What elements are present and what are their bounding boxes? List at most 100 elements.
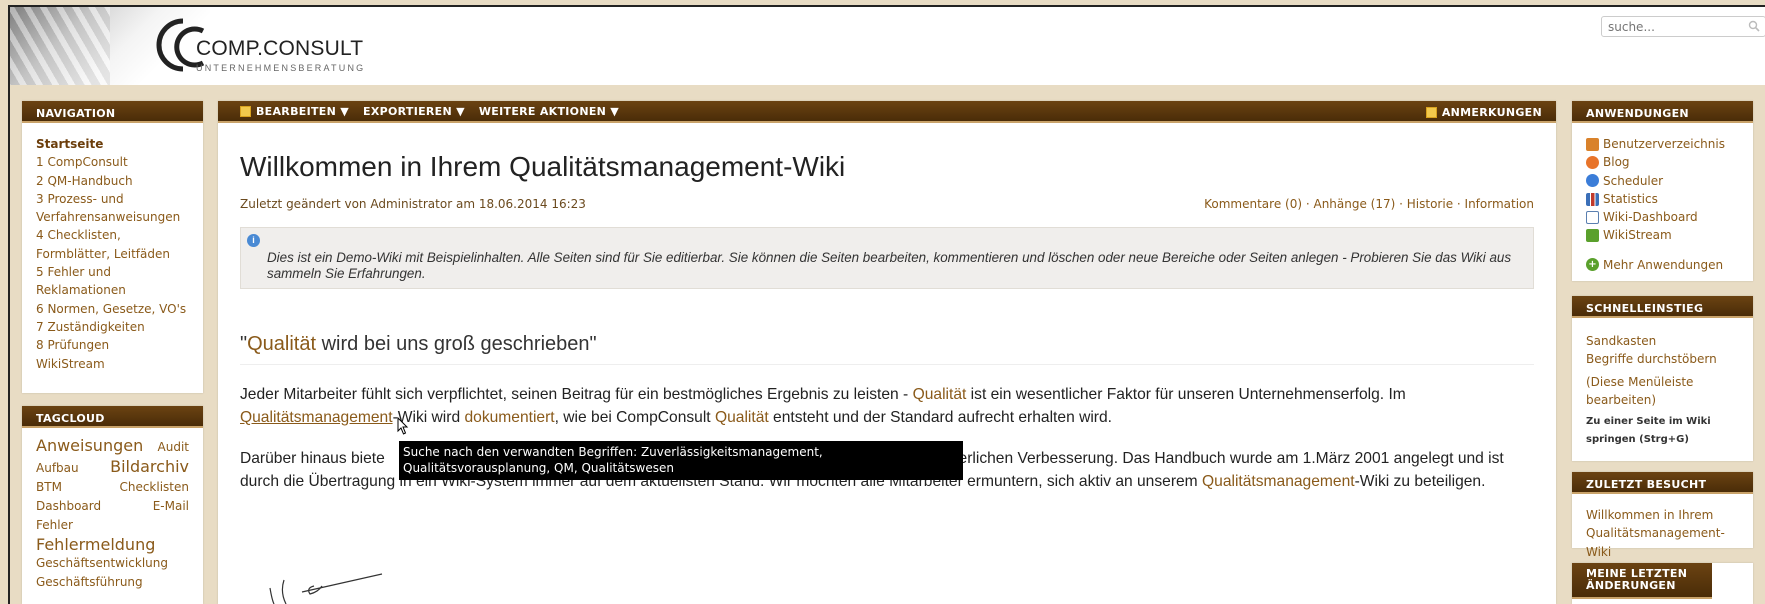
app-label: Scheduler — [1603, 173, 1664, 188]
puzzle-icon — [1586, 229, 1599, 243]
main-content-panel: BEARBEITEN ▼ EXPORTIEREN ▼ WEITERE AKTIO… — [218, 101, 1556, 604]
qualitaetsmanagement-link[interactable]: Qualitätsmanagement — [240, 409, 393, 426]
tagcloud-panel: TAGCLOUD Anweisungen Audit Aufbau Bildarch… — [22, 406, 203, 604]
app-label: WikiStream — [1603, 228, 1672, 243]
app-wikistream[interactable]: WikiStream — [1586, 226, 1739, 244]
separator: · — [1453, 197, 1465, 211]
search-input[interactable] — [1602, 17, 1742, 36]
app-label: Blog — [1603, 155, 1630, 170]
applications-panel: ANWENDUNGEN Benutzerverzeichnis Blog Sch… — [1572, 101, 1753, 281]
blog-icon — [1586, 155, 1599, 169]
nav-item-normen[interactable]: 6 Normen, Gesetze, VO's — [36, 300, 189, 318]
info-box: i Dies ist ein Demo-Wiki mit Beispielinh… — [240, 227, 1534, 289]
quickstart-list: Sandkasten Begriffe durchstöbern (Diese … — [1572, 318, 1753, 457]
tagcloud-title: TAGCLOUD — [22, 406, 203, 428]
tag-link[interactable]: Anweisungen — [36, 436, 143, 455]
logo-subtitle: UNTERNEHMENSBERATUNG — [196, 63, 366, 73]
qualitaet-link[interactable]: Qualität — [247, 333, 316, 355]
attachments-link[interactable]: Anhänge (17) — [1313, 197, 1395, 211]
text: -Wiki zu beteiligen. — [1354, 473, 1486, 490]
signature-image — [269, 573, 383, 604]
tagcloud-list: Anweisungen Audit Aufbau Bildarchiv BTM Che… — [22, 428, 203, 600]
info-text: Dies ist ein Demo-Wiki mit Beispielinhal… — [267, 250, 1512, 281]
tag-link[interactable]: Fehlermeldung — [36, 535, 155, 554]
page-meta: Zuletzt geändert von Administrator am 18… — [240, 197, 1534, 211]
app-wiki-dashboard[interactable]: Wiki-Dashboard — [1586, 208, 1739, 226]
edit-menu[interactable]: BEARBEITEN ▼ — [240, 105, 349, 118]
app-statistics[interactable]: Statistics — [1586, 190, 1739, 208]
tag-link[interactable]: E-Mail — [153, 497, 189, 516]
section-heading: "Qualität wird bei uns groß geschrieben" — [240, 333, 1534, 365]
recently-visited-panel: ZULETZT BESUCHT Willkommen in Ihrem Qual… — [1572, 472, 1753, 559]
nav-item-startseite[interactable]: Startseite — [36, 135, 189, 153]
page-toolbar: BEARBEITEN ▼ EXPORTIEREN ▼ WEITERE AKTIO… — [218, 101, 1556, 123]
history-link[interactable]: Historie — [1407, 197, 1453, 211]
tag-link[interactable]: Aufbau — [36, 459, 79, 478]
nav-item-zustaendigkeiten[interactable]: 7 Zuständigkeiten — [36, 318, 189, 336]
applications-list: Benutzerverzeichnis Blog Scheduler Stati… — [1572, 123, 1753, 286]
qualitaetsmanagement-link[interactable]: Qualitätsmanagement — [1202, 473, 1355, 490]
my-changes-panel: MEINE LETZTEN ÄNDERUNGEN — [1572, 563, 1753, 604]
recently-visited-list: Willkommen in Ihrem Qualitätsmanagement-… — [1572, 494, 1753, 569]
last-modified: Zuletzt geändert von Administrator am 18… — [240, 197, 586, 211]
app-blog[interactable]: Blog — [1586, 153, 1739, 171]
nav-item-qm-handbuch[interactable]: 2 QM-Handbuch — [36, 172, 189, 190]
tag-link[interactable]: Fehler — [36, 516, 73, 535]
text: ist ein wesentlicher Faktor für unseren … — [966, 386, 1406, 403]
page-meta-links: Kommentare (0) · Anhänge (17) · Historie… — [1204, 197, 1534, 211]
tag-link[interactable]: Geschäftsführung — [36, 573, 143, 592]
app-label: Wiki-Dashboard — [1603, 210, 1698, 225]
export-menu[interactable]: EXPORTIEREN ▼ — [363, 105, 465, 118]
heading-text: wird bei uns groß geschrieben" — [316, 333, 597, 355]
mouse-cursor-icon — [397, 417, 409, 435]
text: , wie bei CompConsult — [554, 409, 715, 426]
information-link[interactable]: Information — [1465, 197, 1534, 211]
more-applications-link[interactable]: + Mehr Anwendungen — [1586, 256, 1739, 274]
navigation-list: Startseite 1 CompConsult 2 QM-Handbuch 3… — [22, 123, 203, 385]
tag-link[interactable]: Audit — [158, 438, 189, 457]
tag-link[interactable]: Checklisten — [119, 478, 189, 497]
app-label: Benutzerverzeichnis — [1603, 137, 1725, 151]
tag-link[interactable]: BTM — [36, 478, 62, 497]
sandbox-link[interactable]: Sandkasten — [1586, 332, 1739, 350]
app-scheduler[interactable]: Scheduler — [1586, 172, 1739, 190]
edit-menu-label: BEARBEITEN ▼ — [256, 104, 349, 118]
site-header: COMP.CONSULT UNTERNEHMENSBERATUNG — [10, 7, 1765, 85]
logo-name[interactable]: COMP.CONSULT — [196, 37, 363, 61]
jump-to-page-hint[interactable]: Zu einer Seite im Wiki springen (Strg+G) — [1586, 413, 1739, 449]
note-icon — [1425, 107, 1437, 118]
quickstart-title: SCHNELLEINSTIEG — [1572, 296, 1753, 318]
dokumentiert-link[interactable]: dokumentiert — [464, 409, 554, 426]
search-icon[interactable] — [1748, 20, 1760, 32]
browse-terms-link[interactable]: Begriffe durchstöbern — [1586, 350, 1739, 368]
tag-link[interactable]: Geschäftsentwicklung — [36, 554, 168, 573]
quickstart-panel: SCHNELLEINSTIEG Sandkasten Begriffe durc… — [1572, 296, 1753, 461]
edit-menu-bar-link[interactable]: (Diese Menüleiste bearbeiten) — [1586, 373, 1739, 410]
dashboard-icon — [1586, 210, 1599, 224]
edit-icon — [240, 105, 251, 117]
more-actions-menu[interactable]: WEITERE AKTIONEN ▼ — [479, 105, 619, 118]
separator: · — [1395, 197, 1407, 211]
annotations-button[interactable]: ANMERKUNGEN — [1425, 106, 1542, 119]
nav-item-checklisten[interactable]: 4 Checklisten, Formblätter, Leitfäden — [36, 226, 189, 263]
navigation-title: NAVIGATION — [22, 101, 203, 123]
comments-link[interactable]: Kommentare (0) — [1204, 197, 1302, 211]
nav-item-wikistream[interactable]: WikiStream — [36, 355, 189, 373]
info-icon: i — [247, 234, 260, 247]
qualitaet-link[interactable]: Qualität — [715, 409, 769, 426]
nav-item-fehler[interactable]: 5 Fehler und Reklamationen — [36, 263, 189, 300]
plus-icon: + — [1586, 258, 1599, 272]
text: entsteht und der Standard aufrecht erhal… — [768, 409, 1112, 426]
recent-page-link[interactable]: Willkommen in Ihrem Qualitätsmanagement-… — [1586, 506, 1739, 561]
nav-item-compconsult[interactable]: 1 CompConsult — [36, 153, 189, 171]
nav-item-pruefungen[interactable]: 8 Prüfungen — [36, 336, 189, 354]
navigation-panel: NAVIGATION Startseite 1 CompConsult 2 QM… — [22, 101, 203, 393]
chart-icon — [1586, 192, 1599, 206]
app-benutzerverzeichnis[interactable]: Benutzerverzeichnis — [1586, 135, 1739, 153]
applications-title: ANWENDUNGEN — [1572, 101, 1753, 123]
tag-link[interactable]: Bildarchiv — [110, 457, 189, 476]
nav-item-prozess[interactable]: 3 Prozess- und Verfahrensanweisungen — [36, 190, 189, 227]
qualitaet-link[interactable]: Qualität — [913, 386, 967, 403]
tag-link[interactable]: Dashboard — [36, 497, 101, 516]
search-box[interactable] — [1601, 16, 1765, 37]
